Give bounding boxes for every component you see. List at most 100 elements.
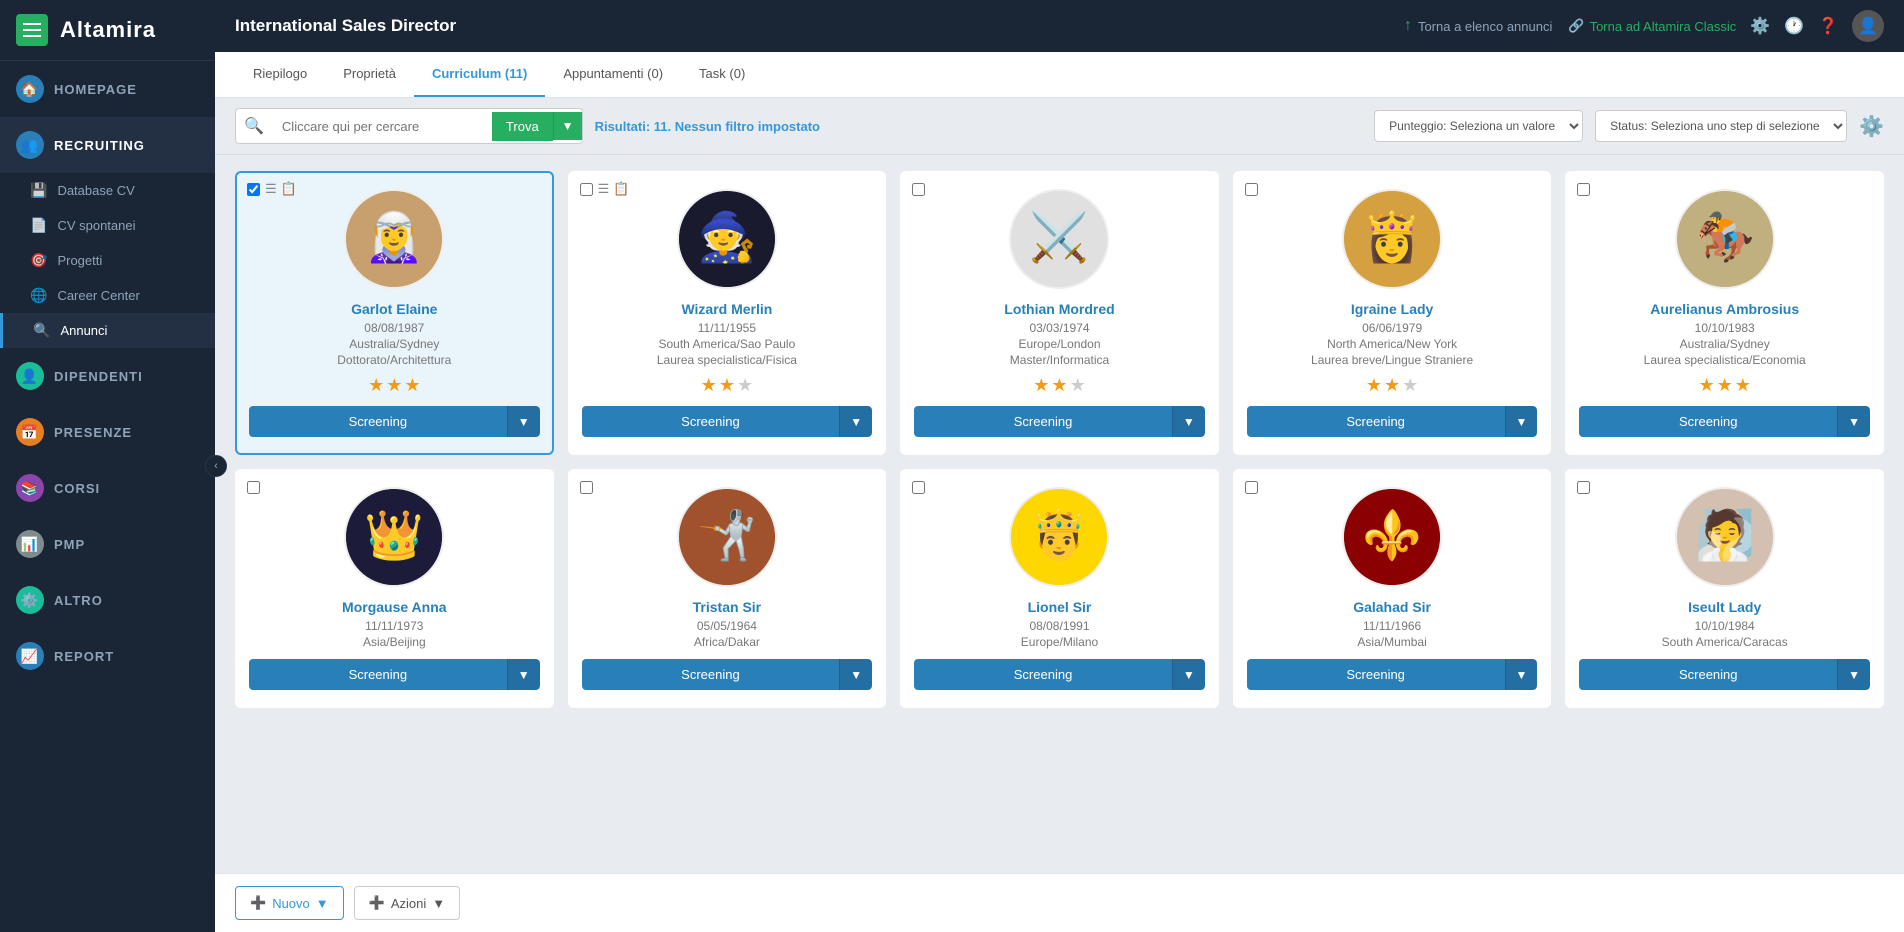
- candidate-checkbox[interactable]: [912, 481, 925, 494]
- screening-button[interactable]: Screening: [1247, 659, 1505, 690]
- sidebar-item-dipendenti[interactable]: 👤 DIPENDENTI: [0, 348, 215, 404]
- nuovo-button[interactable]: ➕ Nuovo ▼: [235, 886, 344, 920]
- sidebar-item-report[interactable]: 📈 REPORT: [0, 628, 215, 684]
- header-actions: 🔗 Torna ad Altamira Classic ⚙️ 🕐 ❓ 👤: [1568, 10, 1884, 42]
- candidate-card[interactable]: 🧖 Iseult Lady 10/10/1984 South America/C…: [1565, 469, 1884, 708]
- screening-dropdown-button[interactable]: ▼: [1837, 406, 1870, 437]
- card-icon-2: 📋: [613, 181, 629, 197]
- star-1: ★: [701, 375, 717, 396]
- candidate-checkbox[interactable]: [1577, 481, 1590, 494]
- search-input[interactable]: [272, 112, 492, 141]
- bottom-bar: ➕ Nuovo ▼ ➕ Azioni ▼: [215, 873, 1904, 932]
- career-center-label: Career Center: [57, 288, 139, 303]
- screening-btn-wrapper: Screening ▼: [1579, 659, 1870, 690]
- homepage-icon: 🏠: [16, 75, 44, 103]
- screening-button[interactable]: Screening: [1579, 406, 1837, 437]
- no-filter-label: Nessun filtro impostato: [675, 119, 820, 134]
- screening-dropdown-button[interactable]: ▼: [1172, 659, 1205, 690]
- dipendenti-icon: 👤: [16, 362, 44, 390]
- azioni-button[interactable]: ➕ Azioni ▼: [354, 886, 460, 920]
- sidebar-item-database-cv[interactable]: 💾 Database CV: [0, 173, 215, 208]
- sidebar-item-recruiting[interactable]: 👥 RECRUITING: [0, 117, 215, 173]
- candidate-checkbox[interactable]: [1577, 183, 1590, 196]
- tab-appuntamenti[interactable]: Appuntamenti (0): [545, 52, 681, 97]
- screening-button[interactable]: Screening: [1579, 659, 1837, 690]
- screening-dropdown-button[interactable]: ▼: [507, 659, 540, 690]
- trova-button[interactable]: Trova: [492, 112, 553, 141]
- screening-dropdown-button[interactable]: ▼: [507, 406, 540, 437]
- score-select[interactable]: Punteggio: Seleziona un valore: [1374, 110, 1583, 142]
- sidebar-item-cv-spontanei[interactable]: 📄 CV spontanei: [0, 208, 215, 243]
- classic-link[interactable]: 🔗 Torna ad Altamira Classic: [1568, 18, 1736, 34]
- candidates-grid: ☰📋 🧝‍♀️ Garlot Elaine 08/08/1987 Austral…: [235, 171, 1884, 708]
- sidebar-collapse-button[interactable]: ‹: [205, 455, 227, 477]
- back-to-list-link[interactable]: ↑ Torna a elenco annunci: [1404, 17, 1552, 35]
- candidate-checkbox[interactable]: [580, 481, 593, 494]
- screening-button[interactable]: Screening: [249, 406, 507, 437]
- star-3: ★: [404, 375, 420, 396]
- sidebar-item-corsi[interactable]: 📚 CORSI: [0, 460, 215, 516]
- screening-button[interactable]: Screening: [1247, 406, 1505, 437]
- screening-button[interactable]: Screening: [582, 406, 840, 437]
- screening-button[interactable]: Screening: [249, 659, 507, 690]
- candidate-checkbox[interactable]: [247, 481, 260, 494]
- help-button[interactable]: ❓: [1818, 16, 1838, 36]
- svg-text:🏇: 🏇: [1695, 211, 1755, 264]
- screening-button[interactable]: Screening: [914, 406, 1172, 437]
- candidate-card[interactable]: ☰📋 🧝‍♀️ Garlot Elaine 08/08/1987 Austral…: [235, 171, 554, 455]
- candidate-date: 08/08/1991: [1029, 619, 1089, 633]
- candidate-card[interactable]: 🤴 Lionel Sir 08/08/1991 Europe/Milano Sc…: [900, 469, 1219, 708]
- candidate-card[interactable]: 🤺 Tristan Sir 05/05/1964 Africa/Dakar Sc…: [568, 469, 887, 708]
- candidate-card[interactable]: ☰📋 🧙 Wizard Merlin 11/11/1955 South Amer…: [568, 171, 887, 455]
- candidate-date: 11/11/1973: [365, 619, 423, 633]
- recruiting-label: RECRUITING: [54, 138, 145, 153]
- user-avatar[interactable]: 👤: [1852, 10, 1884, 42]
- tab-proprieta[interactable]: Proprietà: [325, 52, 414, 97]
- screening-dropdown-button[interactable]: ▼: [839, 406, 872, 437]
- candidate-card[interactable]: 👑 Morgause Anna 11/11/1973 Asia/Beijing …: [235, 469, 554, 708]
- tab-curriculum[interactable]: Curriculum (11): [414, 52, 545, 97]
- candidate-checkbox[interactable]: [1245, 183, 1258, 196]
- candidate-date: 03/03/1974: [1029, 321, 1089, 335]
- screening-dropdown-button[interactable]: ▼: [1837, 659, 1870, 690]
- sidebar-item-annunci[interactable]: 🔍 Annunci: [0, 313, 215, 348]
- settings-button[interactable]: ⚙️: [1750, 16, 1770, 36]
- tab-task[interactable]: Task (0): [681, 52, 763, 97]
- screening-button[interactable]: Screening: [914, 659, 1172, 690]
- sidebar-item-altro[interactable]: ⚙️ ALTRO: [0, 572, 215, 628]
- hamburger-button[interactable]: [16, 14, 48, 46]
- candidate-card[interactable]: ⚜️ Galahad Sir 11/11/1966 Asia/Mumbai Sc…: [1233, 469, 1552, 708]
- sidebar-item-presenze[interactable]: 📅 PRESENZE: [0, 404, 215, 460]
- star-3: ★: [1070, 375, 1086, 396]
- candidate-name: Tristan Sir: [693, 599, 761, 615]
- candidate-checkbox[interactable]: [247, 183, 260, 196]
- filter-settings-icon[interactable]: ⚙️: [1859, 114, 1884, 139]
- report-label: REPORT: [54, 649, 114, 664]
- screening-button[interactable]: Screening: [582, 659, 840, 690]
- candidate-date: 06/06/1979: [1362, 321, 1422, 335]
- candidate-card[interactable]: 👸 Igraine Lady 06/06/1979 North America/…: [1233, 171, 1552, 455]
- candidate-checkbox[interactable]: [912, 183, 925, 196]
- candidate-checkbox[interactable]: [580, 183, 593, 196]
- screening-dropdown-button[interactable]: ▼: [1505, 406, 1538, 437]
- sidebar-item-career-center[interactable]: 🌐 Career Center: [0, 278, 215, 313]
- tab-riepilogo[interactable]: Riepilogo: [235, 52, 325, 97]
- candidate-avatar: 👑: [344, 487, 444, 587]
- screening-dropdown-button[interactable]: ▼: [839, 659, 872, 690]
- candidate-card[interactable]: ⚔️ Lothian Mordred 03/03/1974 Europe/Lon…: [900, 171, 1219, 455]
- candidate-checkbox[interactable]: [1245, 481, 1258, 494]
- search-icon: 🔍: [236, 109, 272, 143]
- history-button[interactable]: 🕐: [1784, 16, 1804, 36]
- candidate-card[interactable]: 🏇 Aurelianus Ambrosius 10/10/1983 Austra…: [1565, 171, 1884, 455]
- card-icon-1: ☰: [598, 181, 610, 197]
- sidebar-item-progetti[interactable]: 🎯 Progetti: [0, 243, 215, 278]
- screening-dropdown-button[interactable]: ▼: [1172, 406, 1205, 437]
- sidebar-item-homepage[interactable]: 🏠 HOMEPAGE: [0, 61, 215, 117]
- star-rating: ★★★: [1033, 375, 1085, 396]
- status-select[interactable]: Status: Seleziona uno step di selezione: [1595, 110, 1847, 142]
- database-cv-icon: 💾: [30, 182, 47, 199]
- sidebar-item-pmp[interactable]: 📊 PMP: [0, 516, 215, 572]
- screening-dropdown-button[interactable]: ▼: [1505, 659, 1538, 690]
- trova-dropdown-button[interactable]: ▼: [553, 112, 582, 140]
- screening-btn-wrapper: Screening ▼: [914, 406, 1205, 437]
